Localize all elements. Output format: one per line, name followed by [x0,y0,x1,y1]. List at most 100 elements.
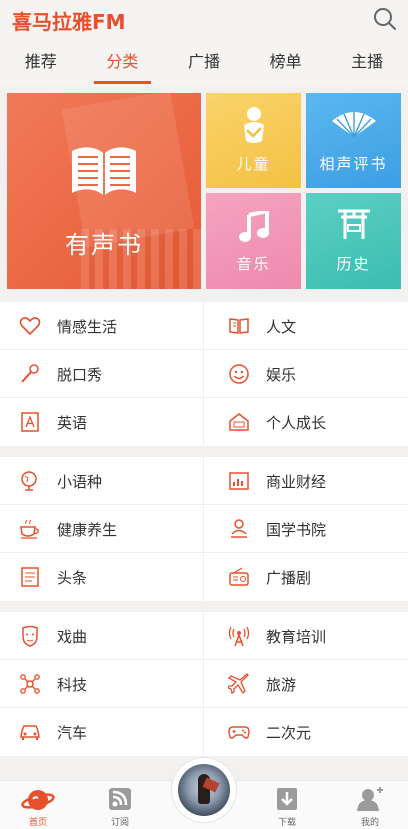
history-label: 历史 [336,255,371,273]
crosstalk-label: 相声评书 [319,155,388,173]
heart-icon [19,315,41,337]
category-section-3: 戏曲 教育培训 科技 旅游 汽车 二次元 [0,612,408,756]
category-label: 脱口秀 [57,365,103,384]
category-health[interactable]: 健康养生 [0,505,204,553]
category-label: 健康养生 [57,520,118,539]
molecule-icon [19,673,41,695]
category-minor-languages[interactable]: 小语种 [0,457,204,505]
now-playing-button[interactable] [172,758,236,822]
opera-mask-icon [19,625,41,647]
ancient-gate-icon [337,209,370,239]
nav-mine[interactable]: 我的 [340,781,400,829]
audiobook-tile[interactable]: 有声书 [7,93,201,289]
tab-broadcast[interactable]: 广播 [163,40,245,86]
category-label: 二次元 [266,723,312,742]
gamepad-icon [228,721,250,743]
category-label: 娱乐 [266,365,297,384]
app-logo: 喜马拉雅FM [12,10,126,34]
music-label: 音乐 [236,255,271,273]
category-label: 商业财经 [266,472,327,491]
kids-label: 儿童 [236,155,271,173]
category-section-2: 小语种 商业财经 健康养生 国学书院 头条 广播剧 [0,457,408,601]
book-open-icon [228,315,250,337]
nav-home-label: 首页 [28,818,47,828]
album-cover [178,764,230,816]
airplane-icon [228,673,250,695]
category-label: 情感生活 [57,317,118,336]
category-talkshow[interactable]: 脱口秀 [0,350,204,398]
tab-category[interactable]: 分类 [82,40,164,86]
nav-download-label: 下载 [277,818,296,828]
crosstalk-tile[interactable]: 相声评书 [306,93,401,188]
category-label: 教育培训 [266,627,327,646]
category-technology[interactable]: 科技 [0,660,204,708]
nav-subscribe-label: 订阅 [110,818,129,828]
house-icon [228,411,250,433]
category-personal-growth[interactable]: 个人成长 [204,398,408,446]
category-label: 人文 [266,317,297,336]
category-guoxue[interactable]: 国学书院 [204,505,408,553]
radio-icon [228,566,250,588]
featured-category-grid: 有声书 儿童 相声评书 音乐 历史 [7,93,401,290]
folding-fan-icon [331,112,376,138]
category-emotion[interactable]: 情感生活 [0,302,204,350]
category-label: 国学书院 [266,520,327,539]
category-radio-drama[interactable]: 广播剧 [204,553,408,601]
category-row: 英语 个人成长 [0,398,408,446]
music-tile[interactable]: 音乐 [206,193,301,289]
category-headlines[interactable]: 头条 [0,553,204,601]
category-entertainment[interactable]: 娱乐 [204,350,408,398]
music-note-icon [238,211,269,242]
audiobook-label: 有声书 [65,231,143,259]
smiley-icon [228,363,250,385]
top-tab-bar: 推荐 分类 广播 榜单 主播 [0,40,408,86]
tab-recommend[interactable]: 推荐 [0,40,82,86]
baby-icon [243,107,264,143]
microphone-icon [19,363,41,385]
category-row: 情感生活 人文 [0,302,408,350]
category-label: 广播剧 [266,568,312,587]
category-label: 小语种 [57,472,103,491]
broadcast-tower-icon [228,625,250,647]
category-label: 科技 [57,675,88,694]
rss-feed-icon [109,788,131,810]
planet-icon [21,790,55,810]
category-row: 科技 旅游 [0,660,408,708]
category-label: 戏曲 [57,627,88,646]
category-business[interactable]: 商业财经 [204,457,408,505]
download-icon [277,788,297,810]
category-anime[interactable]: 二次元 [204,708,408,756]
nav-subscribe[interactable]: 订阅 [90,781,150,829]
category-row: 头条 广播剧 [0,553,408,601]
open-book-icon [72,147,136,195]
category-auto[interactable]: 汽车 [0,708,204,756]
category-humanities[interactable]: 人文 [204,302,408,350]
teacup-icon [19,518,41,540]
nav-home[interactable]: 首页 [8,781,68,829]
category-label: 个人成长 [266,413,327,432]
category-section-1: 情感生活 人文 脱口秀 娱乐 英语 个人成长 [0,302,408,446]
app-root: 喜马拉雅FM 推荐 分类 广播 榜单 主播 有声书 儿童 相声评书 音乐 历史 … [0,0,408,829]
nav-download[interactable]: 下载 [257,781,317,829]
category-row: 脱口秀 娱乐 [0,350,408,398]
tab-anchors[interactable]: 主播 [326,40,408,86]
tab-ranking[interactable]: 榜单 [245,40,327,86]
kids-tile[interactable]: 儿童 [206,93,301,188]
category-row: 戏曲 教育培训 [0,612,408,660]
category-row: 汽车 二次元 [0,708,408,756]
history-tile[interactable]: 历史 [306,193,401,289]
category-label: 头条 [57,568,88,587]
category-travel[interactable]: 旅游 [204,660,408,708]
user-icon [357,787,383,811]
category-opera[interactable]: 戏曲 [0,612,204,660]
globe-icon [19,470,41,492]
scholar-icon [228,518,250,540]
category-education[interactable]: 教育培训 [204,612,408,660]
category-english[interactable]: 英语 [0,398,204,446]
category-label: 汽车 [57,723,88,742]
search-icon[interactable] [372,6,398,32]
letter-a-icon [19,411,41,433]
app-header: 喜马拉雅FM [0,0,408,40]
car-icon [19,721,41,743]
bar-chart-icon [228,470,250,492]
